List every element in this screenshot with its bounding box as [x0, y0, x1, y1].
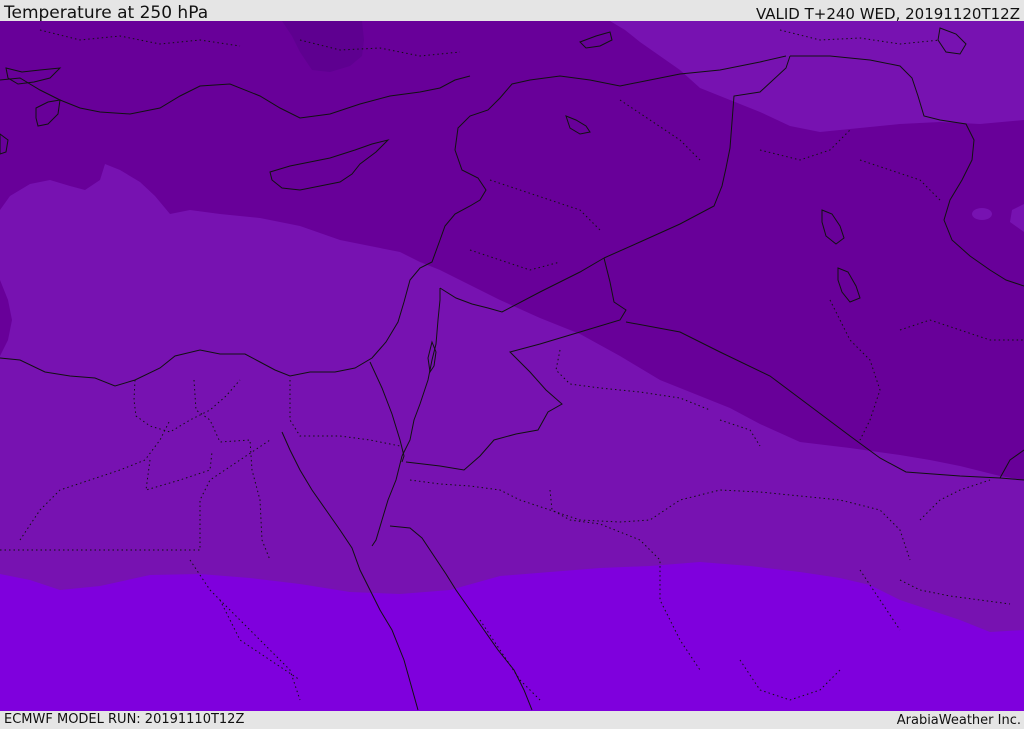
header-bar: Temperature at 250 hPa VALID T+240 WED, … [0, 0, 1024, 23]
temperature-map[interactable] [0, 21, 1024, 711]
credit-label: ArabiaWeather Inc. [896, 713, 1021, 728]
temperature-band-spot [972, 208, 992, 220]
model-run-label: ECMWF MODEL RUN: 20191110T12Z [4, 712, 245, 727]
map-page: Temperature at 250 hPa VALID T+240 WED, … [0, 0, 1024, 729]
footer-bar: ECMWF MODEL RUN: 20191110T12Z ArabiaWeat… [0, 711, 1024, 729]
map-canvas [0, 21, 1024, 711]
